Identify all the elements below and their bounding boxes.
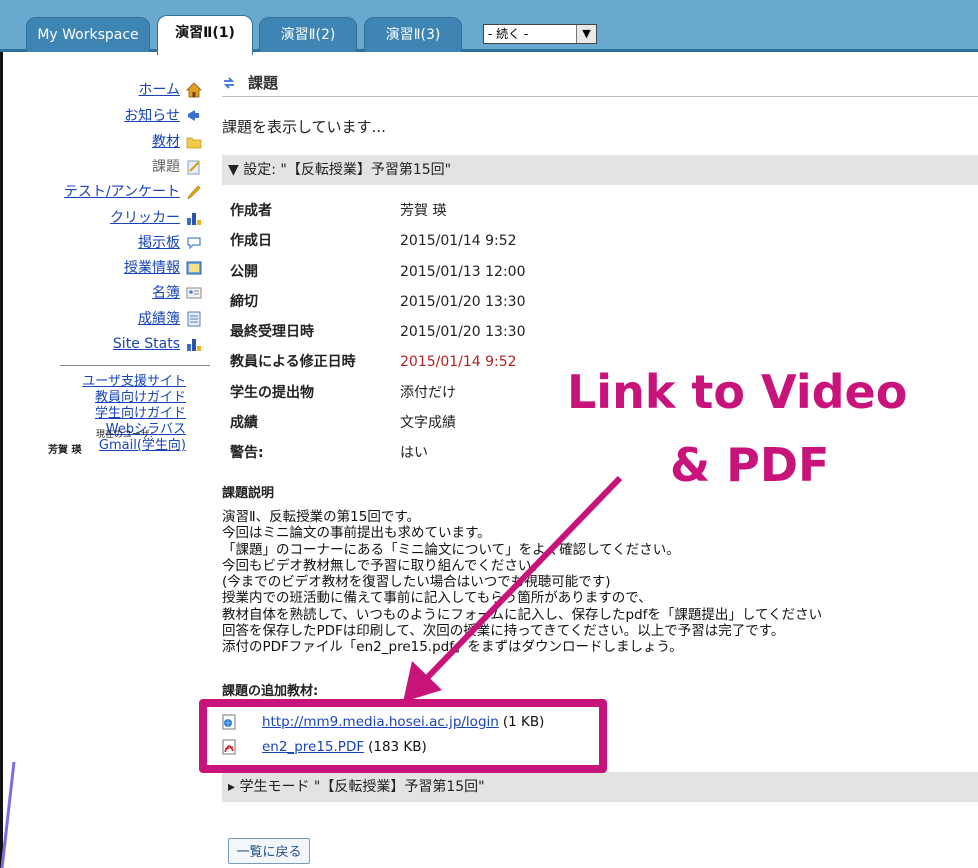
description-line: 授業内での班活動に備えて事前に記入してもらう箇所がありますので、	[222, 590, 652, 607]
prop-value: 2015/01/20 13:30	[400, 324, 526, 340]
prop-label: 作成日	[230, 233, 272, 249]
prop-value: 2015/01/20 13:30	[400, 294, 526, 310]
speech-bubble-icon	[187, 237, 201, 250]
sidebar-item-label[interactable]: 成績簿	[138, 308, 180, 330]
description-line: 演習Ⅱ、反転授業の第15回です。	[222, 509, 420, 525]
stats-icon	[187, 339, 201, 351]
prop-label: 教員による修正日時	[230, 354, 356, 370]
prop-label: 作成者	[230, 203, 272, 219]
more-sites-value: - 続く -	[488, 27, 529, 41]
page-title: 課題	[222, 72, 278, 93]
prop-value: 2015/01/14 9:52	[400, 233, 517, 249]
prop-value: 添付だけ	[400, 385, 456, 401]
current-user-name: 芳賀 瑛	[48, 445, 82, 456]
annotation-callout-line2: & PDF	[670, 438, 830, 492]
chevron-down-icon: ▼	[576, 25, 596, 43]
roster-icon	[186, 287, 202, 299]
sidebar-item-resources[interactable]: 教材	[152, 131, 202, 153]
more-sites-select[interactable]: - 続く - ▼	[483, 24, 597, 44]
tool-menu: ホーム お知らせ 教材 課題 テスト/アンケート クリッカー 掲示板 授業情報 …	[0, 52, 210, 868]
description-line: 今回はミニ論文の事前提出も求めています。	[222, 525, 491, 542]
sidebar-item-label[interactable]: 掲示板	[138, 232, 180, 254]
sidebar-item-home[interactable]: ホーム	[138, 79, 202, 101]
bar-chart-icon	[187, 213, 201, 225]
folder-icon	[186, 137, 202, 149]
sidebar-item-label[interactable]: 教材	[152, 131, 180, 153]
tab-enshu2-2[interactable]: 演習Ⅱ(2)	[259, 17, 357, 52]
sidebar-item-tests[interactable]: テスト/アンケート	[64, 181, 202, 203]
status-message: 課題を表示しています...	[222, 118, 386, 136]
tab-my-workspace[interactable]: My Workspace	[26, 17, 150, 52]
sidebar-item-label[interactable]: お知らせ	[124, 105, 180, 127]
prop-label: 学生の提出物	[230, 385, 314, 401]
tab-enshu2-3[interactable]: 演習Ⅱ(3)	[364, 17, 462, 52]
annotation-callout-line1: Link to Video	[567, 365, 908, 419]
sidebar-item-label[interactable]: 名簿	[152, 282, 180, 304]
prop-value: 芳賀 瑛	[400, 203, 447, 219]
tool-title-text: 課題	[248, 74, 279, 92]
description-line: 回答を保存したPDFは印刷して、次回の授業に持ってきてください。以上で予習は完了…	[222, 623, 785, 640]
description-line: 教材自体を熟読して、いつものようにフォームに記入し、保存したpdfを「課題提出」…	[222, 606, 823, 623]
description-line: 「課題」のコーナーにある「ミニ論文について」をよく確認してください。	[222, 541, 680, 558]
sidebar-item-label[interactable]: クリッカー	[110, 207, 180, 229]
prop-label: 締切	[230, 294, 258, 310]
sidebar-divider	[60, 365, 210, 366]
description-heading: 課題説明	[222, 486, 275, 501]
sidebar-item-clicker[interactable]: クリッカー	[110, 207, 202, 229]
gradebook-icon	[187, 311, 201, 327]
prop-value: 2015/01/13 12:00	[400, 264, 526, 280]
sidebar-item-announcements[interactable]: お知らせ	[124, 105, 202, 127]
student-mode-header[interactable]: ▸ 学生モード "【反転授業】予習第15回"	[222, 772, 978, 802]
description-line: 今回もビデオ教材無しで予習に取り組んでください。	[222, 557, 545, 574]
reset-arrows-icon[interactable]	[222, 76, 236, 90]
tab-enshu2-1[interactable]: 演習Ⅱ(1)	[157, 15, 253, 55]
assignment-icon	[187, 160, 200, 175]
site-tab-bar: My Workspace 演習Ⅱ(1) 演習Ⅱ(2) 演習Ⅱ(3) - 続く -…	[0, 0, 978, 55]
prop-value: 2015/01/14 9:52	[400, 354, 517, 370]
home-icon	[186, 82, 202, 98]
attachments-heading: 課題の追加教材:	[222, 684, 319, 699]
syllabus-icon	[186, 261, 202, 275]
sidebar-item-label[interactable]: Site Stats	[113, 333, 180, 355]
link-student-guide[interactable]: 学生向けガイド	[58, 406, 186, 422]
sidebar-item-forums[interactable]: 掲示板	[138, 232, 202, 254]
prop-value: はい	[400, 445, 428, 461]
prop-label: 警告:	[230, 445, 264, 461]
sidebar-item-site-stats[interactable]: Site Stats	[113, 333, 202, 355]
sidebar-item-label: 課題	[152, 159, 180, 175]
current-user-label: 現在のユーザ:	[96, 430, 153, 440]
link-user-support[interactable]: ユーザ支援サイト	[58, 374, 186, 390]
back-to-list-button[interactable]: 一覧に戻る	[228, 838, 310, 864]
link-teacher-guide[interactable]: 教員向けガイド	[58, 390, 186, 406]
sidebar-item-roster[interactable]: 名簿	[152, 282, 202, 304]
prop-value: 文字成績	[400, 415, 456, 431]
sidebar-item-assignments: 課題	[152, 156, 202, 178]
prop-label: 成績	[230, 415, 258, 431]
assignment-description: 演習Ⅱ、反転授業の第15回です。 今回はミニ論文の事前提出も求めています。 「課…	[222, 509, 922, 656]
sidebar-item-syllabus[interactable]: 授業情報	[124, 257, 202, 279]
sidebar-item-label[interactable]: テスト/アンケート	[64, 181, 180, 203]
sidebar-item-label[interactable]: 授業情報	[124, 257, 180, 279]
annotation-highlight-box	[199, 699, 607, 773]
title-divider	[222, 96, 978, 97]
megaphone-icon	[188, 110, 199, 121]
settings-header[interactable]: ▼ 設定: "【反転授業】予習第15回"	[222, 155, 978, 185]
prop-label: 最終受理日時	[230, 324, 314, 340]
pencil-icon	[187, 185, 201, 200]
prop-label: 公開	[230, 264, 258, 280]
description-line: (今までのビデオ教材を復習したい場合はいつでも視聴可能です)	[222, 574, 611, 591]
sidebar-item-gradebook[interactable]: 成績簿	[138, 308, 202, 330]
sidebar-item-label[interactable]: ホーム	[138, 79, 180, 101]
description-line: 添付のPDFファイル「en2_pre15.pdf」をまずはダウンロードしましょう…	[222, 639, 683, 656]
